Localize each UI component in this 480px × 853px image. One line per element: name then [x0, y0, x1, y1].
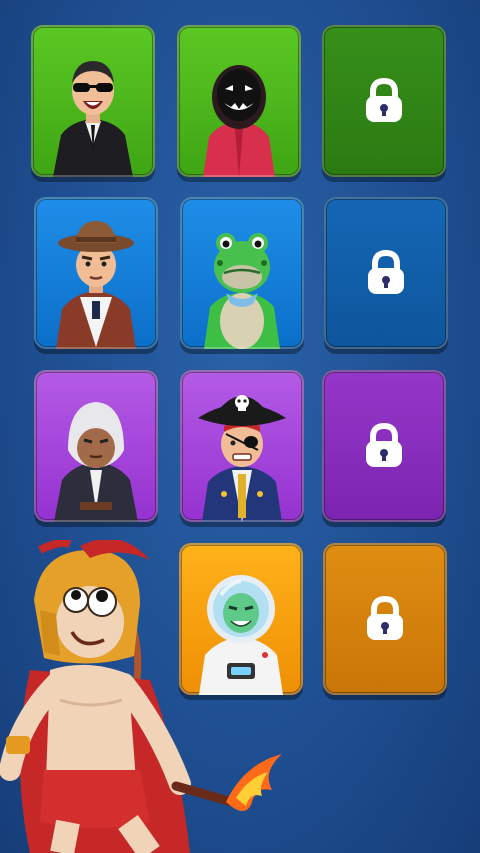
lock-icon — [368, 250, 404, 294]
pirate-character-icon — [198, 395, 286, 522]
hooded-assassin-character-icon — [54, 402, 138, 522]
skin-card-locked-2[interactable] — [324, 197, 448, 349]
frog-character-icon — [204, 233, 280, 349]
skin-card-pirate[interactable] — [180, 370, 304, 522]
skin-card-locked-3[interactable] — [322, 370, 446, 522]
skin-card-guard[interactable] — [177, 25, 301, 177]
masked-guard-character-icon — [203, 65, 275, 177]
cowboy-character-icon — [56, 221, 136, 349]
skin-card-cowboy[interactable] — [34, 197, 158, 349]
lock-icon — [366, 423, 402, 467]
lock-icon — [366, 78, 402, 122]
agent-character-icon — [53, 61, 133, 177]
lock-icon — [367, 596, 403, 640]
skin-card-frog[interactable] — [180, 197, 304, 349]
skin-card-locked-1[interactable] — [322, 25, 446, 177]
skin-card-hooded[interactable] — [34, 370, 158, 522]
skin-card-locked-4[interactable] — [323, 543, 447, 695]
spartan-hero-icon — [0, 540, 282, 853]
skin-card-agent[interactable] — [31, 25, 155, 177]
